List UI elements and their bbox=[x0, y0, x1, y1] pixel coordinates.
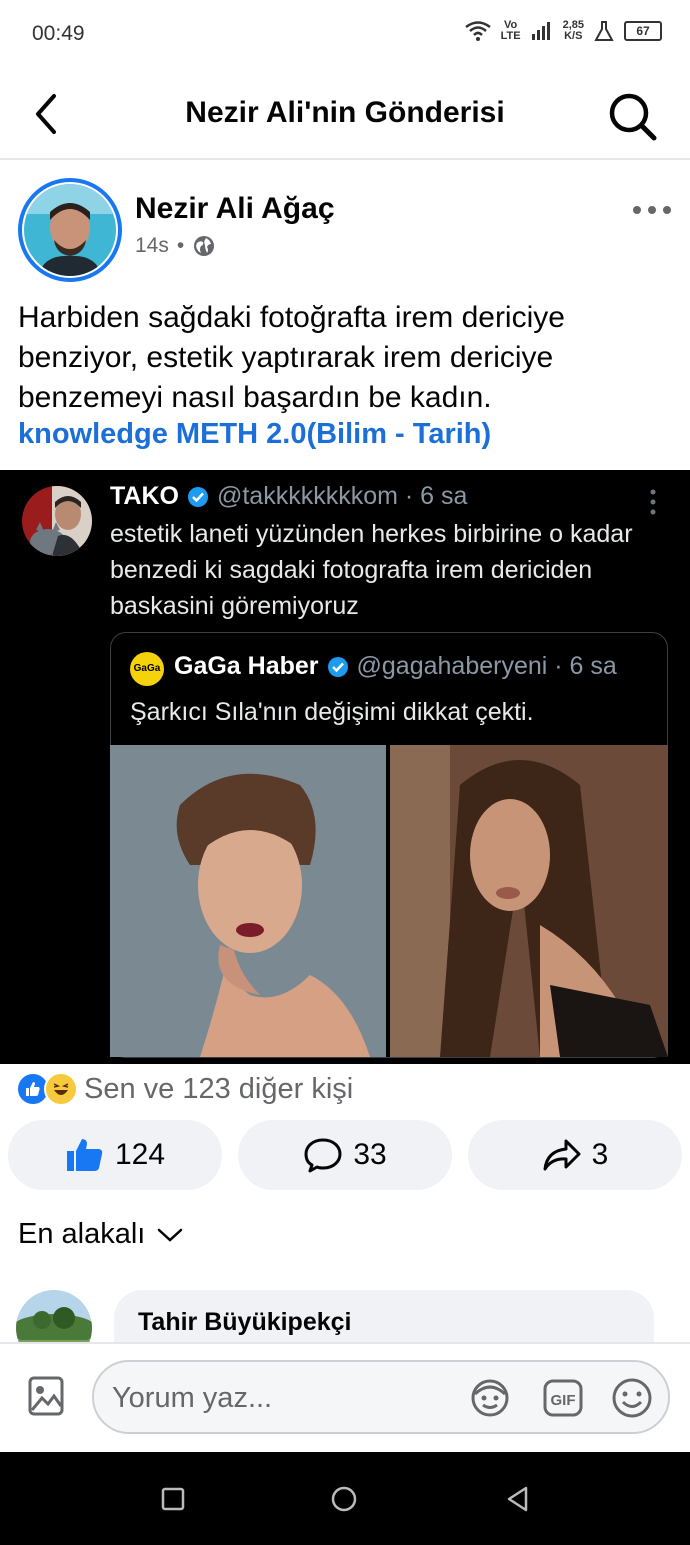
comment-input-placeholder: Yorum yaz... bbox=[112, 1382, 273, 1414]
avatar-photo bbox=[24, 184, 116, 276]
avatar-sticker-icon bbox=[471, 1379, 509, 1417]
back-triangle-icon[interactable] bbox=[504, 1485, 532, 1513]
portrait-photo-right bbox=[390, 745, 668, 1057]
tweet-avatar bbox=[22, 486, 92, 556]
quoted-tweet-header: GaGa Haber @gagahaberyeni · 6 sa bbox=[174, 652, 617, 681]
verified-badge-icon bbox=[327, 656, 348, 677]
portrait-photo-left bbox=[110, 745, 386, 1057]
image-icon bbox=[28, 1376, 64, 1416]
wifi-icon bbox=[464, 21, 491, 41]
more-vertical-icon bbox=[650, 489, 656, 515]
like-button[interactable]: 124 bbox=[8, 1120, 222, 1190]
author-name[interactable]: Nezir Ali Ağaç bbox=[135, 192, 335, 226]
search-button[interactable] bbox=[606, 90, 658, 142]
thumbs-up-icon bbox=[66, 1139, 103, 1171]
tweet-more bbox=[648, 488, 658, 516]
post-text: Harbiden sağdaki fotoğrafta irem dericiy… bbox=[18, 301, 565, 414]
quoted-handle: @gagahaberyeni · 6 sa bbox=[356, 652, 617, 680]
flask-icon bbox=[594, 21, 614, 41]
system-navigation-bar bbox=[0, 1452, 690, 1545]
tweet-text: estetik laneti yüzünden herkes birbirine… bbox=[110, 520, 633, 620]
comment-author-name[interactable]: Tahir Büyükipekçi bbox=[138, 1308, 352, 1337]
signal-icon bbox=[531, 22, 550, 40]
quoted-photo-right bbox=[390, 745, 668, 1057]
smiley-icon bbox=[612, 1378, 652, 1418]
quoted-author-name: GaGa Haber bbox=[174, 652, 319, 680]
verified-badge-icon bbox=[187, 486, 208, 507]
post-time[interactable]: 14s bbox=[135, 234, 169, 258]
quoted-tweet-text: Şarkıcı Sıla'nın değişimi dikkat çekti. bbox=[130, 698, 534, 726]
tweet-author-name: TAKO bbox=[110, 482, 179, 510]
network-speed: 2,85 K/S bbox=[562, 19, 584, 42]
gif-icon: GIF bbox=[543, 1379, 583, 1417]
recent-apps-icon[interactable] bbox=[160, 1486, 186, 1512]
comment-sort-dropdown[interactable]: En alakalı bbox=[18, 1218, 183, 1251]
quoted-tweet-logo: GaGa bbox=[130, 652, 164, 686]
status-icons: Vo LTE 2,85 K/S 67 bbox=[464, 19, 662, 42]
search-icon bbox=[609, 93, 657, 141]
gif-label: GIF bbox=[551, 1392, 576, 1409]
comment-count: 33 bbox=[353, 1138, 387, 1171]
reactions-summary[interactable]: Sen ve 123 diğer kişi bbox=[16, 1072, 353, 1106]
group-link[interactable]: knowledge METH 2.0(Bilim - Tarih) bbox=[18, 418, 491, 451]
page-header: Nezir Ali'nin Gönderisi bbox=[0, 70, 690, 160]
comment-button[interactable]: 33 bbox=[238, 1120, 452, 1190]
like-count: 124 bbox=[114, 1138, 166, 1171]
status-bar: 00:49 Vo LTE 2,85 K/S 67 bbox=[0, 0, 690, 70]
comment-bubble-icon bbox=[304, 1138, 342, 1173]
status-time: 00:49 bbox=[32, 22, 85, 45]
page-title: Nezir Ali'nin Gönderisi bbox=[185, 96, 505, 129]
more-horizontal-icon bbox=[633, 206, 671, 214]
quoted-photo-left bbox=[110, 745, 386, 1057]
sort-label: En alakalı bbox=[18, 1218, 146, 1250]
tweet-header: TAKO @takkkkkkkkom · 6 sa bbox=[110, 482, 467, 511]
share-count: 3 bbox=[591, 1138, 609, 1171]
gif-button[interactable]: GIF bbox=[542, 1378, 584, 1418]
haha-reaction-icon bbox=[44, 1072, 78, 1106]
author-avatar[interactable] bbox=[24, 184, 116, 276]
tweet-handle: @takkkkkkkkom · 6 sa bbox=[216, 482, 468, 510]
emoji-button[interactable] bbox=[610, 1376, 654, 1420]
chevron-down-icon bbox=[158, 1228, 183, 1242]
tweet-avatar-photo bbox=[22, 486, 92, 556]
battery-indicator: 67 bbox=[624, 21, 662, 41]
share-button[interactable]: 3 bbox=[468, 1120, 682, 1190]
attach-photo-button[interactable] bbox=[28, 1376, 64, 1416]
home-icon[interactable] bbox=[330, 1485, 358, 1513]
avatar-sticker-button[interactable] bbox=[468, 1376, 512, 1420]
post-meta: 14s • bbox=[135, 234, 216, 258]
globe-icon bbox=[194, 236, 215, 256]
share-arrow-icon bbox=[543, 1139, 581, 1171]
post-options-button[interactable] bbox=[632, 200, 672, 220]
meta-separator: • bbox=[176, 234, 185, 257]
reactions-text: Sen ve 123 diğer kişi bbox=[84, 1072, 354, 1105]
network-type: Vo LTE bbox=[500, 19, 521, 42]
